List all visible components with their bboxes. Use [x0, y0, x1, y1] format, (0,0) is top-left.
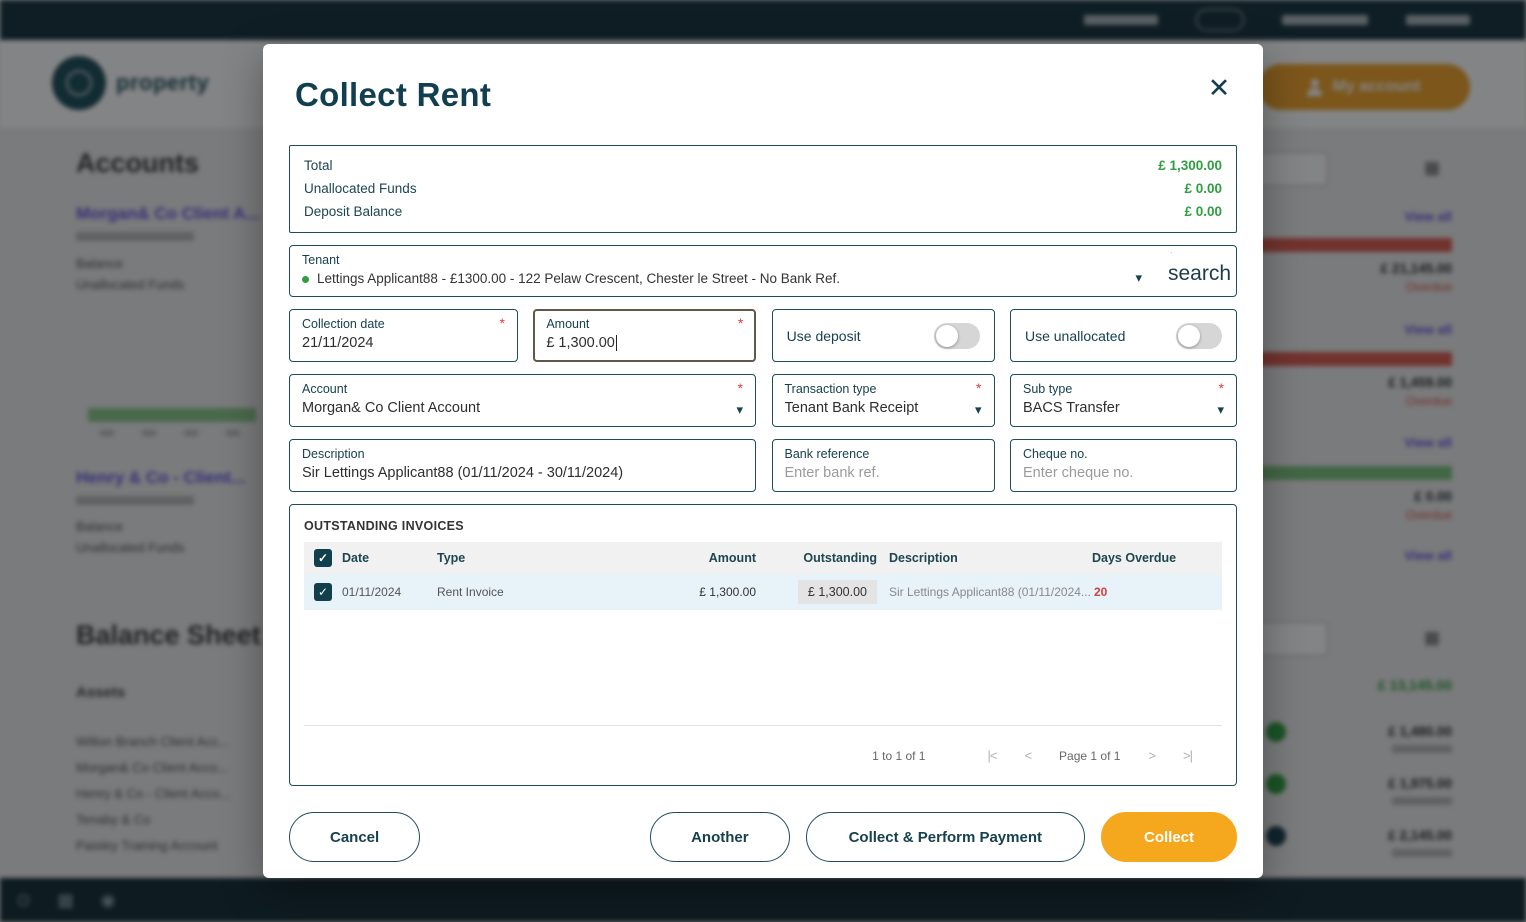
required-marker: *: [738, 317, 743, 331]
invoices-title: OUTSTANDING INVOICES: [304, 519, 1222, 533]
cheque-no-label: Cheque no.: [1023, 447, 1088, 461]
column-outstanding: Outstanding: [764, 551, 889, 565]
deposit-balance-value: £ 0.00: [1184, 204, 1222, 219]
required-marker: *: [1219, 382, 1224, 396]
required-marker: *: [976, 382, 981, 396]
toggle-knob: [1178, 325, 1200, 347]
chevron-down-icon[interactable]: ▾: [975, 402, 982, 418]
invoice-description: Sir Lettings Applicant88 (01/11/2024...: [889, 585, 1092, 599]
sub-type-select[interactable]: Sub type * BACS Transfer ▾: [1010, 374, 1237, 427]
invoice-type: Rent Invoice: [437, 585, 689, 599]
collection-date-field[interactable]: Collection date * 21/11/2024: [289, 309, 518, 362]
amount-value: £ 1,300.00: [546, 335, 615, 351]
collect-rent-dialog: ✕ Collect Rent Total £ 1,300.00 Unalloca…: [263, 44, 1263, 878]
modal-footer: Cancel Another Collect & Perform Payment…: [289, 812, 1237, 862]
invoice-date: 01/11/2024: [342, 585, 437, 599]
description-field[interactable]: Description Sir Lettings Applicant88 (01…: [289, 439, 756, 492]
total-value: £ 1,300.00: [1158, 158, 1222, 173]
account-value: Morgan& Co Client Account: [302, 400, 743, 416]
amount-field[interactable]: Amount * £ 1,300.00: [533, 309, 756, 362]
invoice-row[interactable]: ✓ 01/11/2024 Rent Invoice £ 1,300.00 £ 1…: [304, 574, 1222, 610]
required-marker: *: [500, 317, 505, 331]
transaction-type-label: Transaction type: [785, 382, 877, 396]
last-page-icon[interactable]: >|: [1183, 748, 1192, 763]
pagination-range: 1 to 1 of 1: [872, 749, 925, 763]
select-all-checkbox[interactable]: ✓: [314, 549, 332, 567]
bank-reference-field[interactable]: Bank reference Enter bank ref.: [772, 439, 995, 492]
next-page-icon[interactable]: >: [1148, 748, 1155, 763]
prev-page-icon[interactable]: <: [1024, 748, 1031, 763]
description-label: Description: [302, 447, 365, 461]
column-description: Description: [889, 551, 1092, 565]
cheque-no-placeholder: Enter cheque no.: [1023, 465, 1224, 481]
chevron-down-icon[interactable]: ▾: [736, 402, 743, 418]
unallocated-funds-label: Unallocated Funds: [304, 181, 417, 196]
collect-perform-payment-button[interactable]: Collect & Perform Payment: [806, 812, 1085, 862]
invoice-days-overdue: 20: [1092, 585, 1222, 599]
summary-row: Deposit Balance £ 0.00: [304, 200, 1222, 223]
chevron-down-icon[interactable]: ▾: [1135, 270, 1142, 286]
summary-row: Total £ 1,300.00: [304, 154, 1222, 177]
required-marker: *: [738, 382, 743, 396]
another-button[interactable]: Another: [650, 812, 790, 862]
outstanding-invoices-panel: OUTSTANDING INVOICES ✓ Date Type Amount …: [289, 504, 1237, 786]
column-amount: Amount: [689, 551, 764, 565]
amount-label: Amount: [546, 317, 589, 331]
summary-row: Unallocated Funds £ 0.00: [304, 177, 1222, 200]
sub-type-label: Sub type: [1023, 382, 1072, 396]
tenant-select[interactable]: Tenant Lettings Applicant88 - £1300.00 -…: [289, 245, 1237, 297]
bank-reference-label: Bank reference: [785, 447, 870, 461]
modal-title: Collect Rent: [295, 76, 1231, 114]
total-label: Total: [304, 158, 333, 173]
description-value: Sir Lettings Applicant88 (01/11/2024 - 3…: [302, 465, 743, 481]
check-icon: ✓: [318, 585, 328, 599]
unallocated-funds-value: £ 0.00: [1184, 181, 1222, 196]
invoice-outstanding: £ 1,300.00: [798, 580, 877, 604]
text-caret: [616, 335, 618, 351]
toggle-switch[interactable]: [934, 323, 980, 349]
transaction-type-value: Tenant Bank Receipt: [785, 400, 982, 416]
tenant-label: Tenant: [302, 253, 340, 267]
first-page-icon[interactable]: |<: [987, 748, 996, 763]
pagination: 1 to 1 of 1 |< < Page 1 of 1 > >|: [304, 725, 1222, 785]
collect-button[interactable]: Collect: [1101, 812, 1237, 862]
tenant-value: Lettings Applicant88 - £1300.00 - 122 Pe…: [302, 271, 1224, 286]
use-unallocated-label: Use unallocated: [1025, 328, 1125, 344]
toggle-knob: [936, 325, 958, 347]
deposit-balance-label: Deposit Balance: [304, 204, 402, 219]
close-icon[interactable]: ✕: [1201, 70, 1237, 106]
column-date: Date: [342, 551, 437, 565]
green-status-dot: [302, 276, 309, 283]
sub-type-value: BACS Transfer: [1023, 400, 1224, 416]
bank-reference-placeholder: Enter bank ref.: [785, 465, 982, 481]
collection-date-label: Collection date: [302, 317, 385, 331]
use-deposit-toggle[interactable]: Use deposit: [772, 309, 995, 362]
cheque-no-field[interactable]: Cheque no. Enter cheque no.: [1010, 439, 1237, 492]
pagination-page: Page 1 of 1: [1059, 749, 1120, 763]
transaction-type-select[interactable]: Transaction type * Tenant Bank Receipt ▾: [772, 374, 995, 427]
invoice-amount: £ 1,300.00: [689, 585, 764, 599]
account-select[interactable]: Account * Morgan& Co Client Account ▾: [289, 374, 756, 427]
column-type: Type: [437, 551, 689, 565]
account-label: Account: [302, 382, 347, 396]
check-icon: ✓: [318, 551, 328, 565]
invoices-table-header: ✓ Date Type Amount Outstanding Descripti…: [304, 542, 1222, 574]
collection-date-value: 21/11/2024: [302, 335, 505, 351]
chevron-down-icon[interactable]: ▾: [1217, 402, 1224, 418]
use-unallocated-toggle[interactable]: Use unallocated: [1010, 309, 1237, 362]
search-cursor-label: search: [1164, 253, 1232, 295]
cancel-button[interactable]: Cancel: [289, 812, 420, 862]
toggle-switch[interactable]: [1176, 323, 1222, 349]
column-days-overdue: Days Overdue: [1092, 551, 1222, 565]
totals-summary: Total £ 1,300.00 Unallocated Funds £ 0.0…: [289, 145, 1237, 233]
row-checkbox[interactable]: ✓: [314, 583, 332, 601]
use-deposit-label: Use deposit: [787, 328, 861, 344]
